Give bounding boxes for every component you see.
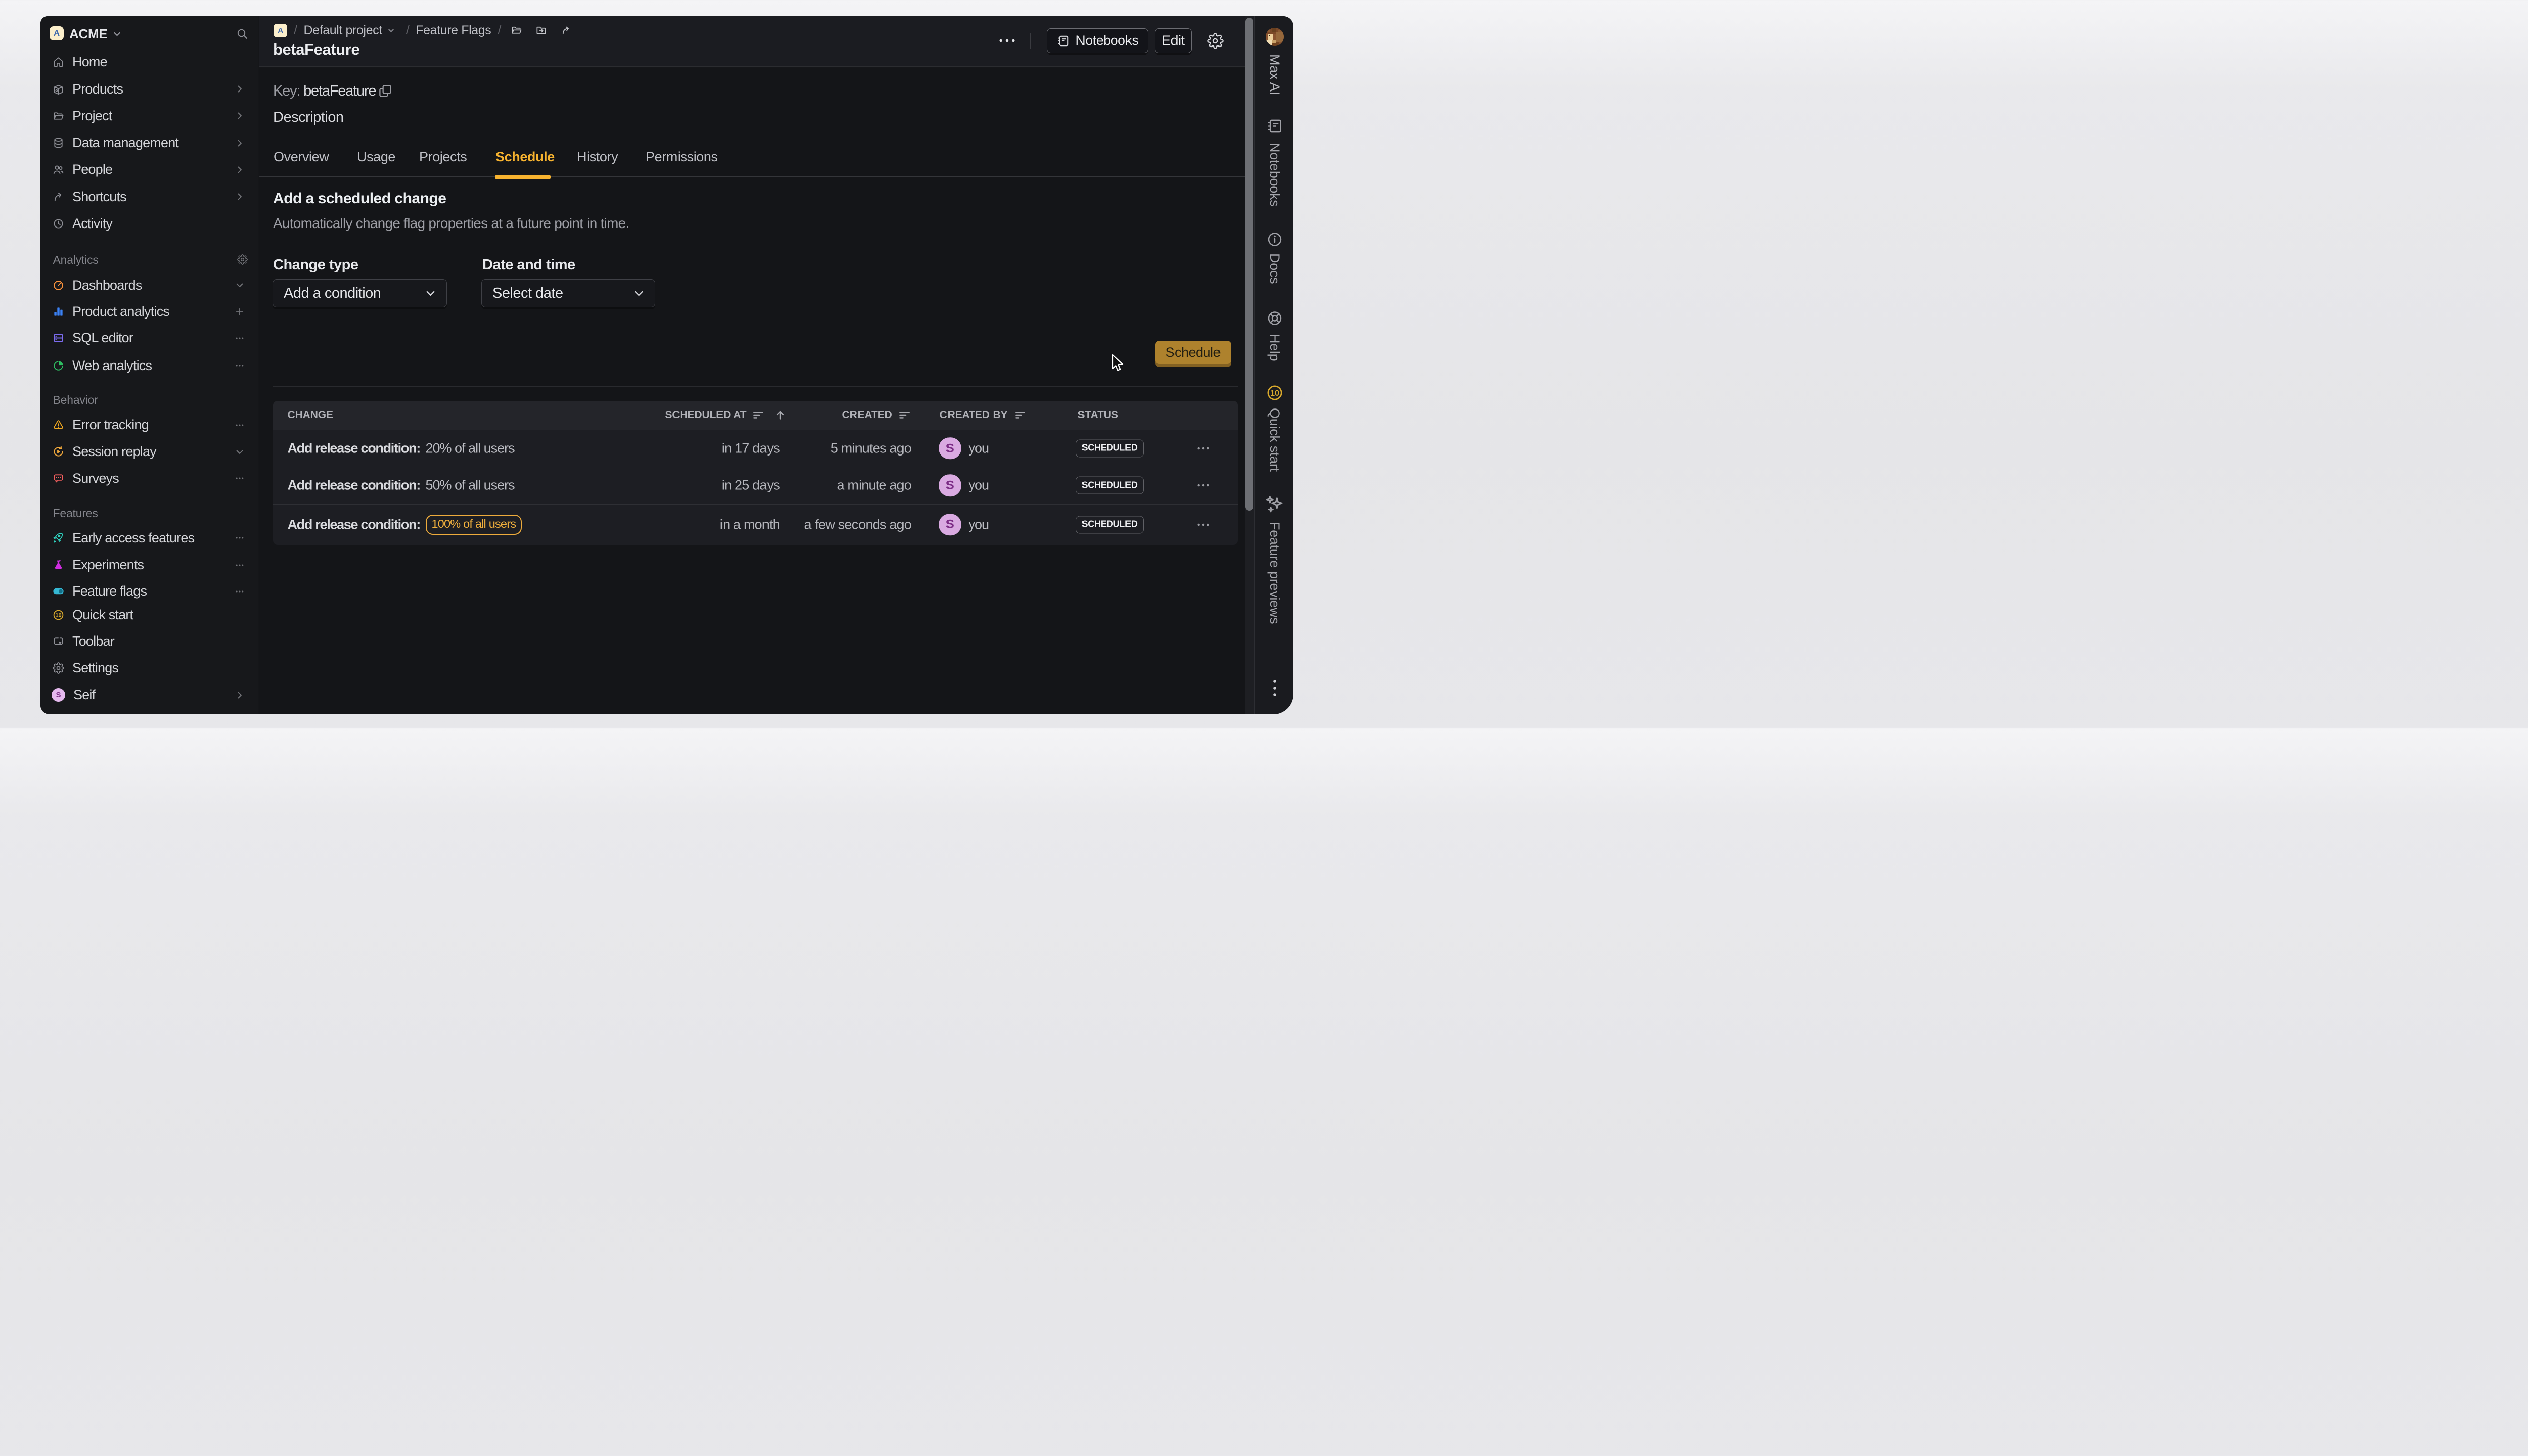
svg-text:10: 10: [55, 612, 61, 618]
svg-text:10: 10: [1270, 389, 1279, 398]
